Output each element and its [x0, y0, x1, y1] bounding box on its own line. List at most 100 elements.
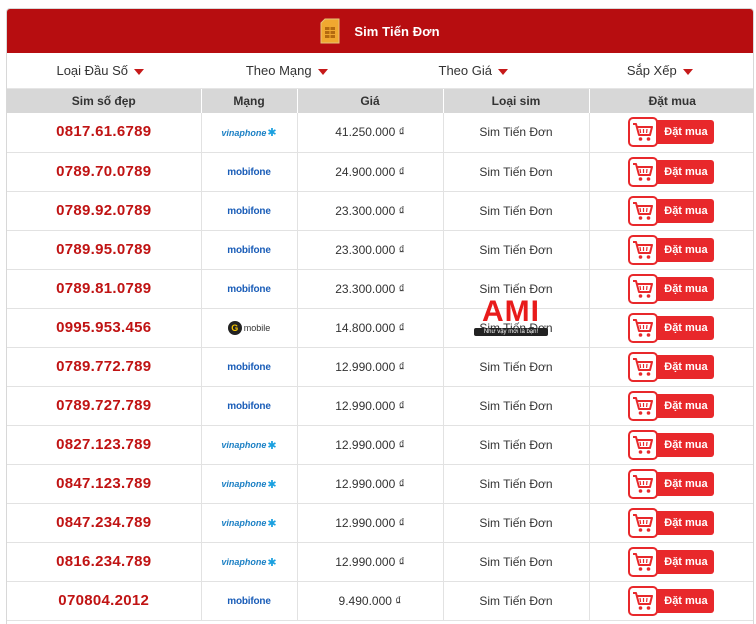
sim-number[interactable]: 0817.61.6789: [56, 123, 151, 140]
type-cell: Sim Tiến Đơn: [443, 308, 590, 348]
sim-number[interactable]: 070804.2012: [58, 592, 149, 609]
sim-number-cell[interactable]: 0995.953.456: [7, 308, 202, 348]
table-row[interactable]: 0847.123.789 vinaphone ✱ 12.990.000 ₫ Sim Ti…: [7, 464, 753, 504]
sim-number-cell[interactable]: 070804.2012: [7, 581, 202, 621]
buy-button[interactable]: Đặt mua: [628, 507, 715, 538]
filter-label: Loại Đầu Số: [56, 63, 129, 78]
buy-button-label: Đặt mua: [664, 282, 708, 295]
network-cell: vinaphone ✱: [201, 542, 298, 582]
sim-number-cell[interactable]: 0816.234.789: [7, 542, 202, 582]
sim-number[interactable]: 0995.953.456: [56, 319, 151, 336]
buy-button[interactable]: Đặt mua: [628, 312, 715, 343]
table-row[interactable]: 0995.953.456 Gmobile 14.800.000 ₫ Sim Tiến …: [7, 308, 753, 348]
cart-icon: [628, 585, 659, 616]
price: 12.990.000 ₫: [335, 398, 405, 413]
buy-button[interactable]: Đặt mua: [628, 351, 715, 382]
price-cell: 12.990.000 ₫: [297, 503, 444, 543]
table-row[interactable]: 0789.92.0789 mobifone 23.300.000 ₫ Sim Tiến…: [7, 191, 753, 231]
buy-button[interactable]: Đặt mua: [628, 234, 715, 265]
sim-number[interactable]: 0847.123.789: [56, 475, 151, 492]
sim-number-cell[interactable]: 0847.234.789: [7, 503, 202, 543]
mobifone-logo: mobifone: [227, 358, 271, 376]
mobifone-logo: mobifone: [227, 397, 271, 415]
network-cell: mobifone: [201, 347, 298, 387]
table-row[interactable]: 0789.70.0789 mobifone 24.900.000 ₫ Sim Tiến…: [7, 152, 753, 192]
filter-network-dropdown[interactable]: Theo Mạng: [194, 63, 381, 78]
sim-number-cell[interactable]: 0789.727.789: [7, 386, 202, 426]
table-row[interactable]: 0816.234.789 vinaphone ✱ 12.990.000 ₫ Sim Ti…: [7, 542, 753, 582]
price: 12.990.000 ₫: [335, 515, 405, 530]
sim-number[interactable]: 0789.95.0789: [56, 241, 151, 258]
table-row[interactable]: 0789.95.0789 mobifone 23.300.000 ₫ Sim Tiến…: [7, 230, 753, 270]
sim-number[interactable]: 0789.727.789: [56, 397, 151, 414]
filter-bar: Loại Đầu Số Theo Mạng Theo Giá Sắp Xếp: [7, 53, 753, 89]
sim-number[interactable]: 0847.234.789: [56, 514, 151, 531]
vinaphone-logo: vinaphone ✱: [221, 514, 276, 532]
buy-button-label: Đặt mua: [664, 555, 708, 568]
table-row[interactable]: 070804.2012 mobifone 9.490.000 ₫ Sim Tiến Đ…: [7, 581, 753, 621]
table-row[interactable]: 0789.772.789 mobifone 12.990.000 ₫ Sim Tiến…: [7, 347, 753, 387]
sim-number[interactable]: 0789.81.0789: [56, 280, 151, 297]
sim-number-cell[interactable]: 0817.61.6789: [7, 113, 202, 153]
buy-button[interactable]: Đặt mua: [628, 390, 715, 421]
type-cell: Sim Tiến Đơn: [443, 581, 590, 621]
buy-button[interactable]: Đặt mua: [628, 429, 715, 460]
logo-text: mobifone: [227, 205, 271, 217]
table-row[interactable]: 0847.234.789 vinaphone ✱ 12.990.000 ₫ Sim Ti…: [7, 503, 753, 543]
price-cell: 23.300.000 ₫: [297, 230, 444, 270]
sim-number-cell[interactable]: 0789.70.0789: [7, 152, 202, 192]
network-cell: Gmobile: [201, 308, 298, 348]
column-header-number: Sim số đẹp: [7, 89, 202, 113]
cart-icon: [628, 390, 659, 421]
filter-sort-dropdown[interactable]: Sắp Xếp: [567, 63, 754, 78]
table-row[interactable]: 0789.727.789 mobifone 12.990.000 ₫ Sim Tiến…: [7, 386, 753, 426]
mobifone-logo: mobifone: [227, 202, 271, 220]
sim-number-cell[interactable]: 0789.81.0789: [7, 269, 202, 309]
buy-button[interactable]: Đặt mua: [628, 156, 715, 187]
gmobile-logo: Gmobile: [227, 319, 271, 337]
sim-number[interactable]: 0789.70.0789: [56, 163, 151, 180]
price-cell: 12.990.000 ₫: [297, 542, 444, 582]
buy-button[interactable]: Đặt mua: [628, 585, 715, 616]
buy-cell: Đặt mua: [589, 386, 753, 426]
filter-price-dropdown[interactable]: Theo Giá: [380, 63, 567, 78]
star-icon: ✱: [267, 127, 277, 140]
table-row[interactable]: 0789.81.0789 mobifone 23.300.000 ₫ Sim Tiến…: [7, 269, 753, 309]
sim-number[interactable]: 0816.234.789: [56, 553, 151, 570]
column-header-type: Loại sim: [443, 89, 590, 113]
sim-number-cell[interactable]: 0789.92.0789: [7, 191, 202, 231]
sim-number-cell[interactable]: 0847.123.789: [7, 464, 202, 504]
sim-number-cell[interactable]: 0789.95.0789: [7, 230, 202, 270]
logo-text: vinaphone: [221, 127, 267, 138]
buy-button[interactable]: Đặt mua: [628, 117, 715, 148]
buy-button[interactable]: Đặt mua: [628, 195, 715, 226]
logo-text: mobifone: [227, 166, 271, 178]
sim-type: Sim Tiến Đơn: [479, 476, 553, 491]
network-cell: mobifone: [201, 581, 298, 621]
sim-number[interactable]: 0789.772.789: [56, 358, 151, 375]
logo-text: mobile: [243, 323, 271, 333]
type-cell: Sim Tiến Đơn: [443, 269, 590, 309]
sim-table: Sim số đẹp Mạng Giá Loại sim Đặt mua 081…: [7, 89, 753, 621]
buy-button[interactable]: Đặt mua: [628, 468, 715, 499]
buy-button-label: Đặt mua: [664, 438, 708, 451]
type-cell: Sim Tiến Đơn: [443, 386, 590, 426]
network-cell: mobifone: [201, 191, 298, 231]
sim-number[interactable]: 0827.123.789: [56, 436, 151, 453]
sim-type: Sim Tiến Đơn: [479, 515, 553, 530]
buy-button[interactable]: Đặt mua: [628, 273, 715, 304]
table-row[interactable]: 0827.123.789 vinaphone ✱ 12.990.000 ₫ Sim Ti…: [7, 425, 753, 465]
table-row[interactable]: 0817.61.6789 vinaphone ✱ 41.250.000 ₫ Sim Ti…: [7, 113, 753, 153]
sim-number-cell[interactable]: 0789.772.789: [7, 347, 202, 387]
sim-number-cell[interactable]: 0827.123.789: [7, 425, 202, 465]
filter-prefix-dropdown[interactable]: Loại Đầu Số: [7, 63, 194, 78]
logo-text: mobifone: [227, 361, 271, 373]
price-cell: 23.300.000 ₫: [297, 269, 444, 309]
buy-button-label: Đặt mua: [664, 516, 708, 529]
sim-number[interactable]: 0789.92.0789: [56, 202, 151, 219]
price-cell: 12.990.000 ₫: [297, 464, 444, 504]
buy-button[interactable]: Đặt mua: [628, 546, 715, 577]
network-cell: mobifone: [201, 230, 298, 270]
cart-icon: [628, 351, 659, 382]
price: 24.900.000 ₫: [335, 164, 405, 179]
